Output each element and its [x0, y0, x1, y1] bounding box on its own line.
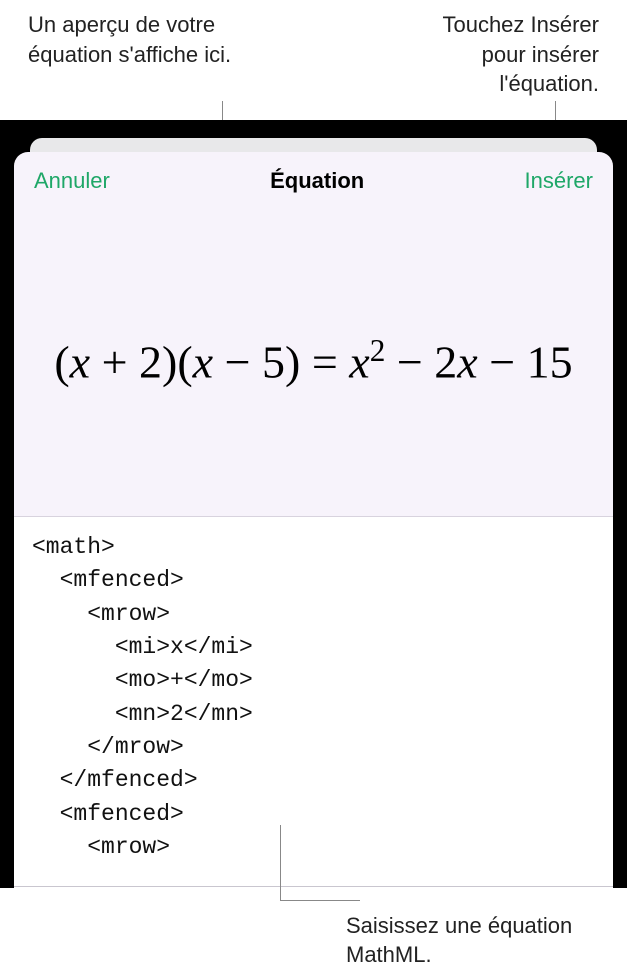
- callout-leader-line: [280, 825, 281, 900]
- callout-insert: Touchez Insérer pour insérer l'équation.: [399, 10, 599, 99]
- cancel-button[interactable]: Annuler: [34, 168, 110, 194]
- insert-button[interactable]: Insérer: [525, 168, 593, 194]
- equation-rendered: (x + 2)(x − 5) = x2 − 2x − 15: [54, 333, 572, 388]
- equation-modal: Annuler Équation Insérer (x + 2)(x − 5) …: [14, 152, 613, 888]
- callout-mathml: Saisissez une équation MathML.: [339, 911, 599, 970]
- modal-header: Annuler Équation Insérer: [14, 152, 613, 206]
- callout-leader-line: [280, 900, 360, 901]
- mathml-input[interactable]: <math> <mfenced> <mrow> <mi>x</mi> <mo>+…: [14, 516, 613, 888]
- device-frame: Annuler Équation Insérer (x + 2)(x − 5) …: [0, 120, 627, 888]
- callout-preview: Un aperçu de votre équation s'affiche ic…: [28, 10, 258, 69]
- divider: [14, 886, 613, 887]
- equation-preview: (x + 2)(x − 5) = x2 − 2x − 15: [14, 206, 613, 516]
- modal-title: Équation: [270, 168, 364, 194]
